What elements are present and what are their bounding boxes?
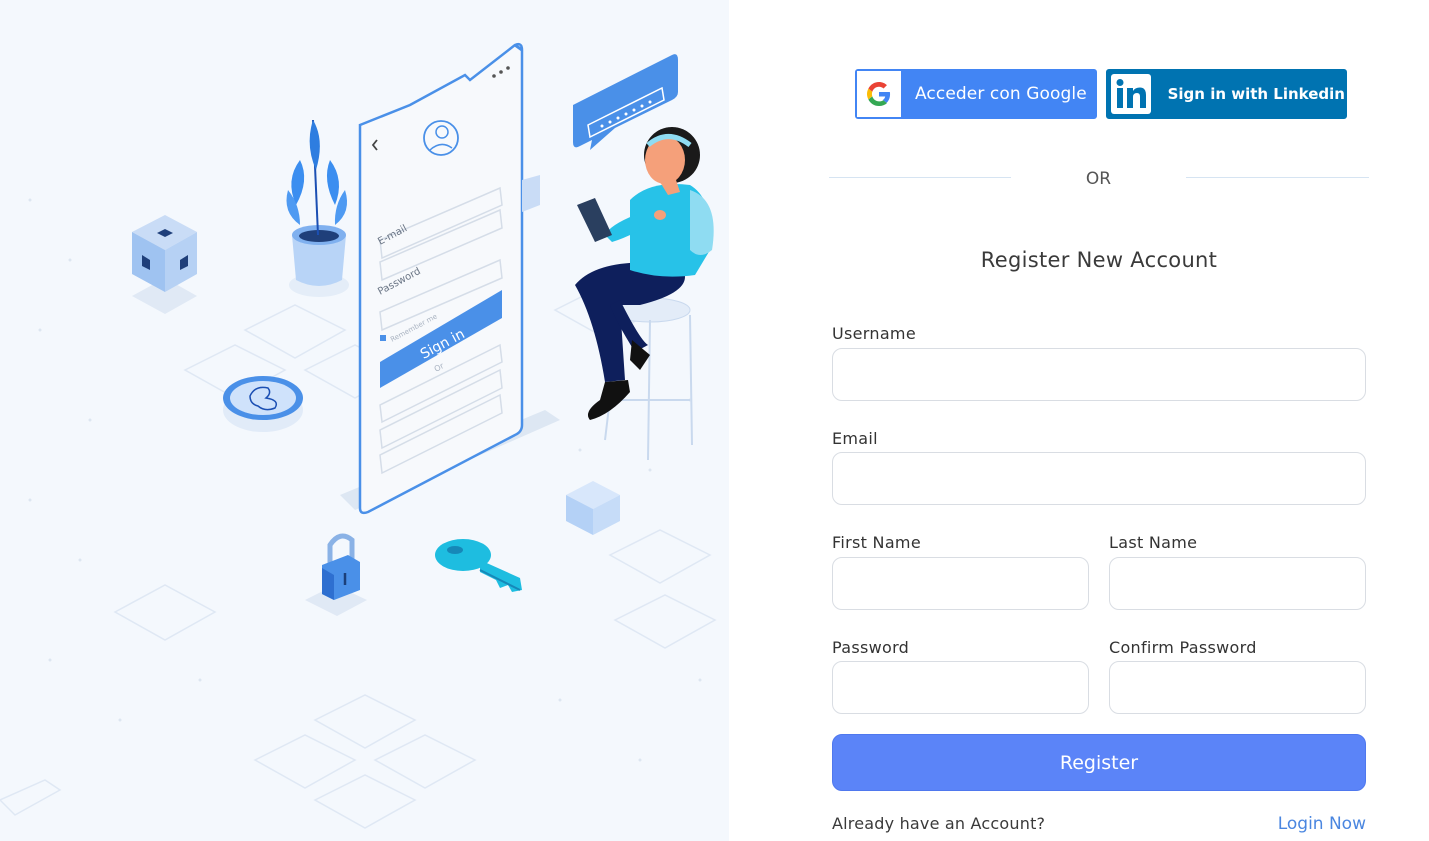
password-input[interactable] [832,661,1089,714]
register-button[interactable]: Register [832,734,1366,791]
person-graphic [575,127,714,461]
phone-graphic: Sign in E-mail Password Remember me Or [358,42,524,515]
plant-graphic [286,119,349,297]
divider-line-right [1186,177,1369,178]
google-icon [857,71,901,117]
first-name-input[interactable] [832,557,1089,610]
illustration-svg: Sign in E-mail Password Remember me Or [0,42,717,829]
email-label: Email [832,429,878,448]
last-name-label: Last Name [1109,533,1198,552]
login-illustration: Sign in E-mail Password Remember me Or [0,0,729,841]
form-title: Register New Account [980,248,1218,272]
or-divider-text: OR [1085,169,1112,189]
google-signin-button[interactable]: Acceder con Google [855,69,1097,119]
register-panel: Acceder con Google Sign in with Linkedin… [729,0,1429,841]
divider-line-left [829,177,1011,178]
linkedin-signin-label: Sign in with Linkedin [1167,85,1345,103]
cube-graphic [132,215,197,314]
lock-graphic [305,533,367,616]
linkedin-signin-button[interactable]: Sign in with Linkedin [1106,69,1347,119]
small-cube-graphic [566,481,620,535]
coin-graphic [223,376,303,432]
confirm-password-input[interactable] [1109,661,1366,714]
google-signin-label: Acceder con Google [915,84,1087,104]
email-input[interactable] [832,452,1366,505]
login-now-link[interactable]: Login Now [1278,814,1366,834]
already-have-account-text: Already have an Account? [832,814,1046,833]
key-graphic [435,539,522,592]
password-label: Password [832,638,910,657]
username-label: Username [832,324,916,343]
linkedin-icon [1108,71,1154,117]
username-input[interactable] [832,348,1366,401]
confirm-password-label: Confirm Password [1109,638,1257,657]
first-name-label: First Name [832,533,921,552]
last-name-input[interactable] [1109,557,1366,610]
